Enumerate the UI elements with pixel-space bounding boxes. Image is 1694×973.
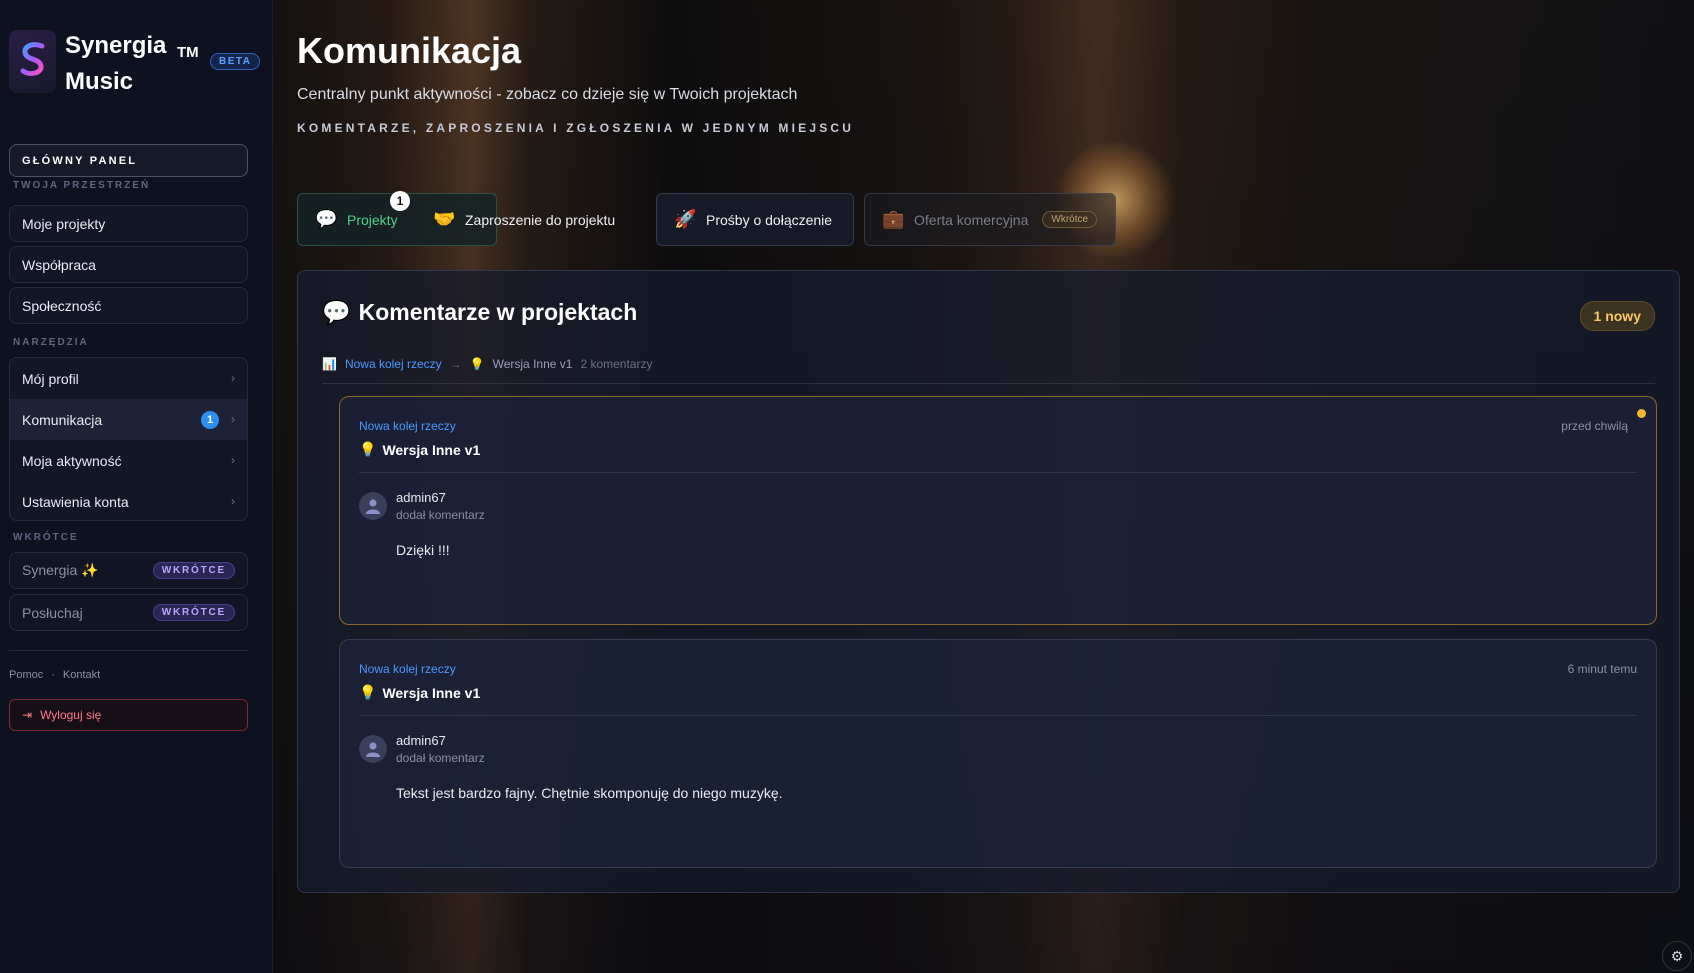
comment-card[interactable]: Nowa kolej rzeczy 💡 Wersja Inne v1 przed… (339, 396, 1657, 625)
brand[interactable]: Synergia Music TM BETA (9, 28, 264, 98)
comment-card[interactable]: Nowa kolej rzeczy 💡 Wersja Inne v1 6 min… (339, 639, 1657, 868)
tools-menu: Mój profil › Komunikacja 1 › Moja aktywn… (9, 357, 248, 521)
sidebar-item-label: Mój profil (22, 370, 79, 387)
tab-project-invitation[interactable]: 🤝 Zaproszenie do projektu (415, 193, 648, 246)
footer-links: Pomoc · Kontakt (9, 669, 100, 681)
logout-icon: ⇥ (22, 708, 33, 722)
tools-section-label: NARZĘDZIA (13, 337, 89, 348)
tab-label: Prośby o dołączenie (706, 211, 833, 228)
sidebar-item-community[interactable]: Społeczność (9, 287, 248, 324)
sidebar-item-collaboration[interactable]: Współpraca (9, 246, 248, 283)
panel-title-text: Komentarze w projektach (358, 299, 638, 325)
avatar (359, 735, 387, 763)
chevron-right-icon: › (231, 453, 235, 467)
comment-action: dodał komentarz (396, 751, 485, 765)
logo (9, 30, 56, 93)
page-tagline: KOMENTARZE, ZAPROSZENIA I ZGŁOSZENIA W J… (297, 121, 855, 135)
divider (359, 715, 1637, 716)
speech-bubble-icon: 💬 (315, 209, 338, 229)
chart-icon: 📊 (322, 357, 337, 371)
sidebar-item-my-activity[interactable]: Moja aktywność › (10, 440, 247, 481)
avatar (359, 492, 387, 520)
comment-author: admin67 (396, 490, 446, 505)
help-link[interactable]: Pomoc (9, 669, 43, 681)
comment-timestamp: 6 minut temu (1567, 662, 1637, 676)
speech-bubble-icon: 💬 (322, 299, 351, 325)
comment-version-label: Wersja Inne v1 (382, 441, 481, 458)
tab-count-badge: 1 (390, 191, 410, 211)
comment-action: dodał komentarz (396, 508, 485, 522)
coming-soon-badge: WKRÓTCE (152, 604, 235, 621)
user-icon (366, 742, 380, 757)
comment-count: 2 komentarzy (580, 357, 653, 371)
tab-commercial-offer: 💼 Oferta komercyjna Wkrótce (864, 193, 1116, 246)
unread-dot (1637, 409, 1646, 418)
comment-version: 💡 Wersja Inne v1 (359, 684, 480, 701)
tab-label: Zaproszenie do projektu (465, 211, 616, 228)
tab-label: Oferta komercyjna (914, 211, 1029, 228)
brand-name: Synergia Music (65, 32, 167, 95)
sidebar-item-label: Synergia ✨ (22, 562, 99, 578)
user-icon (366, 499, 380, 514)
logo-s-icon (20, 41, 44, 76)
comment-text: Dzięki !!! (396, 542, 450, 558)
sidebar-item-communication[interactable]: Komunikacja 1 › (10, 399, 247, 440)
divider (359, 472, 1637, 473)
main-panel-button[interactable]: GŁÓWNY PANEL (9, 144, 248, 177)
breadcrumb: 📊 Nowa kolej rzeczy → 💡 Wersja Inne v1 2… (322, 357, 652, 371)
brand-tm: TM (177, 44, 199, 61)
notification-badge: 1 (201, 411, 219, 429)
comment-author: admin67 (396, 733, 446, 748)
comment-project-link[interactable]: Nowa kolej rzeczy (359, 662, 456, 676)
sidebar-item-label: Ustawienia konta (22, 493, 129, 510)
tab-join-requests[interactable]: 🚀 Prośby o dołączenie (656, 193, 854, 246)
coming-soon-badge: WKRÓTCE (152, 562, 235, 579)
separator-dot: · (51, 669, 55, 681)
sidebar-item-account-settings[interactable]: Ustawienia konta › (10, 481, 247, 520)
sidebar-item-label: Posłuchaj (22, 604, 83, 621)
sidebar-item-synergia[interactable]: Synergia ✨ WKRÓTCE (9, 552, 248, 589)
sidebar-item-my-projects[interactable]: Moje projekty (9, 205, 248, 242)
coming-soon-badge: Wkrótce (1042, 211, 1098, 228)
comment-version-label: Wersja Inne v1 (382, 684, 481, 701)
sidebar-item-label: Moja aktywność (22, 452, 122, 469)
tab-label: Projekty (347, 211, 398, 228)
chevron-right-icon: › (231, 371, 235, 385)
chevron-right-icon: › (231, 494, 235, 508)
logout-label: Wyloguj się (40, 708, 102, 722)
comment-timestamp: przed chwilą (1561, 419, 1628, 433)
soon-section-label: WKRÓTCE (13, 532, 79, 543)
comment-text: Tekst jest bardzo fajny. Chętnie skompon… (396, 785, 783, 801)
briefcase-icon: 💼 (882, 209, 905, 229)
page-subtitle: Centralny punkt aktywności - zobacz co d… (297, 86, 798, 103)
contact-link[interactable]: Kontakt (63, 669, 100, 681)
breadcrumb-version: Wersja Inne v1 (492, 357, 573, 371)
sidebar-item-listen[interactable]: Posłuchaj WKRÓTCE (9, 594, 248, 631)
comments-panel: 💬 Komentarze w projektach 1 nowy 📊 Nowa … (297, 270, 1680, 893)
new-count-badge: 1 nowy (1579, 301, 1655, 331)
beta-badge: BETA (210, 53, 261, 70)
sidebar-divider (9, 650, 248, 651)
logout-button[interactable]: ⇥ Wyloguj się (9, 699, 248, 731)
comment-version: 💡 Wersja Inne v1 (359, 441, 480, 458)
arrow-right-icon: → (449, 357, 462, 371)
main-content: Komunikacja Centralny punkt aktywności -… (273, 0, 1694, 973)
rocket-icon: 🚀 (674, 209, 697, 229)
accessibility-icon[interactable]: ⚙ (1662, 941, 1692, 971)
sidebar-item-label: Komunikacja (22, 411, 103, 428)
lightbulb-icon: 💡 (359, 441, 377, 457)
page-title: Komunikacja (297, 30, 522, 71)
handshake-icon: 🤝 (433, 209, 456, 229)
sidebar-item-my-profile[interactable]: Mój profil › (10, 358, 247, 399)
divider (322, 383, 1655, 384)
lightbulb-icon: 💡 (359, 684, 377, 700)
chevron-right-icon: › (231, 412, 235, 426)
workspace-section-label: TWOJA PRZESTRZEŃ (13, 180, 151, 191)
breadcrumb-project-link[interactable]: Nowa kolej rzeczy (345, 357, 442, 371)
lightbulb-icon: 💡 (469, 357, 485, 371)
comment-project-link[interactable]: Nowa kolej rzeczy (359, 419, 456, 433)
panel-title: 💬 Komentarze w projektach (322, 299, 637, 326)
sidebar: Synergia Music TM BETA GŁÓWNY PANEL TWOJ… (0, 0, 273, 973)
